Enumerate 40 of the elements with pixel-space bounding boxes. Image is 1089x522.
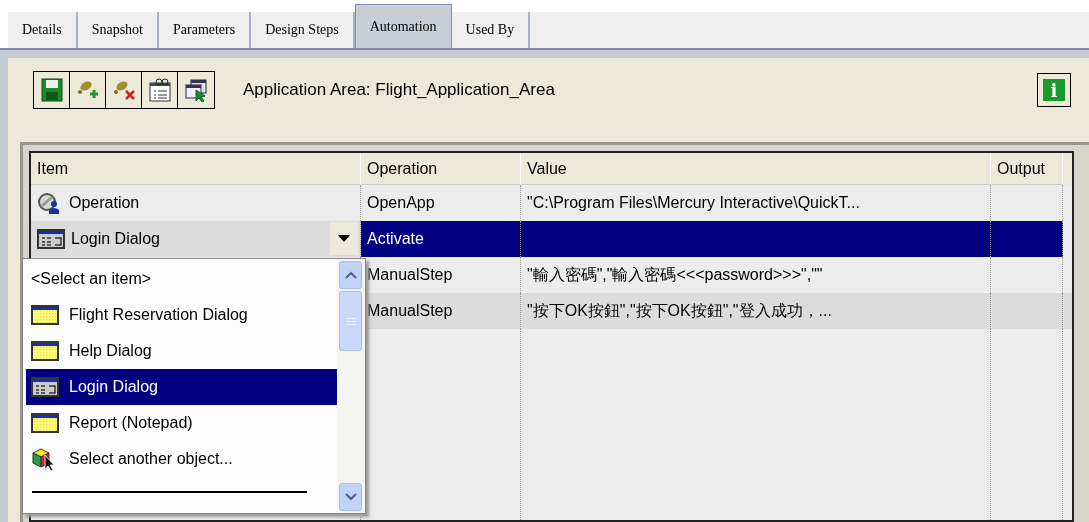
value-text: "C:\Program Files\Mercury Interactive\QuickT... — [527, 194, 860, 212]
tab[interactable]: Used By — [451, 12, 531, 48]
operation-text: Activate — [367, 230, 424, 248]
tab[interactable]: Design Steps — [251, 12, 355, 48]
item-combo[interactable]: Login Dialog — [31, 221, 361, 257]
dropdown-arrow-button[interactable] — [330, 222, 358, 255]
item-text: Login Dialog — [71, 230, 160, 248]
chevron-up-icon — [344, 271, 357, 279]
dropdown-item[interactable]: Login Dialog — [26, 369, 337, 405]
properties-icon — [147, 78, 172, 102]
dropdown-item[interactable]: Select another object... — [26, 441, 337, 477]
scrollbar[interactable] — [337, 259, 365, 513]
dialog-icon — [37, 228, 65, 250]
application-area-label: Application Area: Flight_Application_Area — [243, 80, 556, 100]
value-text: "按下OK按鈕","按下OK按鈕","登入成功，... — [527, 300, 832, 321]
scroll-down-button[interactable] — [339, 483, 362, 511]
save-icon — [40, 78, 63, 102]
value-text: "輸入密碼","輸入密碼<<<password>>>","" — [527, 264, 823, 285]
tab[interactable]: Automation — [354, 4, 452, 48]
tab[interactable]: Snapshot — [77, 12, 159, 48]
dropdown-item[interactable]: Report (Notepad) — [26, 405, 337, 441]
dropdown-item[interactable]: Help Dialog — [26, 333, 337, 369]
window-icon — [31, 340, 59, 362]
scroll-thumb[interactable] — [339, 291, 362, 351]
info-button[interactable]: i — [1037, 73, 1071, 107]
item-text: Operation — [69, 194, 140, 212]
scroll-up-button[interactable] — [339, 261, 362, 289]
window-icon — [31, 412, 59, 434]
operation-text: ManualStep — [367, 302, 453, 320]
window-icon — [31, 304, 59, 326]
chevron-down-icon — [344, 493, 357, 501]
dialog-icon — [31, 376, 59, 398]
operation-text: OpenApp — [367, 194, 435, 212]
select-window-icon — [184, 78, 208, 102]
tab[interactable]: Details — [8, 12, 78, 48]
operation-text: ManualStep — [367, 266, 453, 284]
caret-icon — [338, 235, 350, 242]
tab[interactable]: Parameters — [159, 12, 252, 48]
remove-icon — [111, 78, 136, 102]
grip-icon — [345, 317, 356, 325]
